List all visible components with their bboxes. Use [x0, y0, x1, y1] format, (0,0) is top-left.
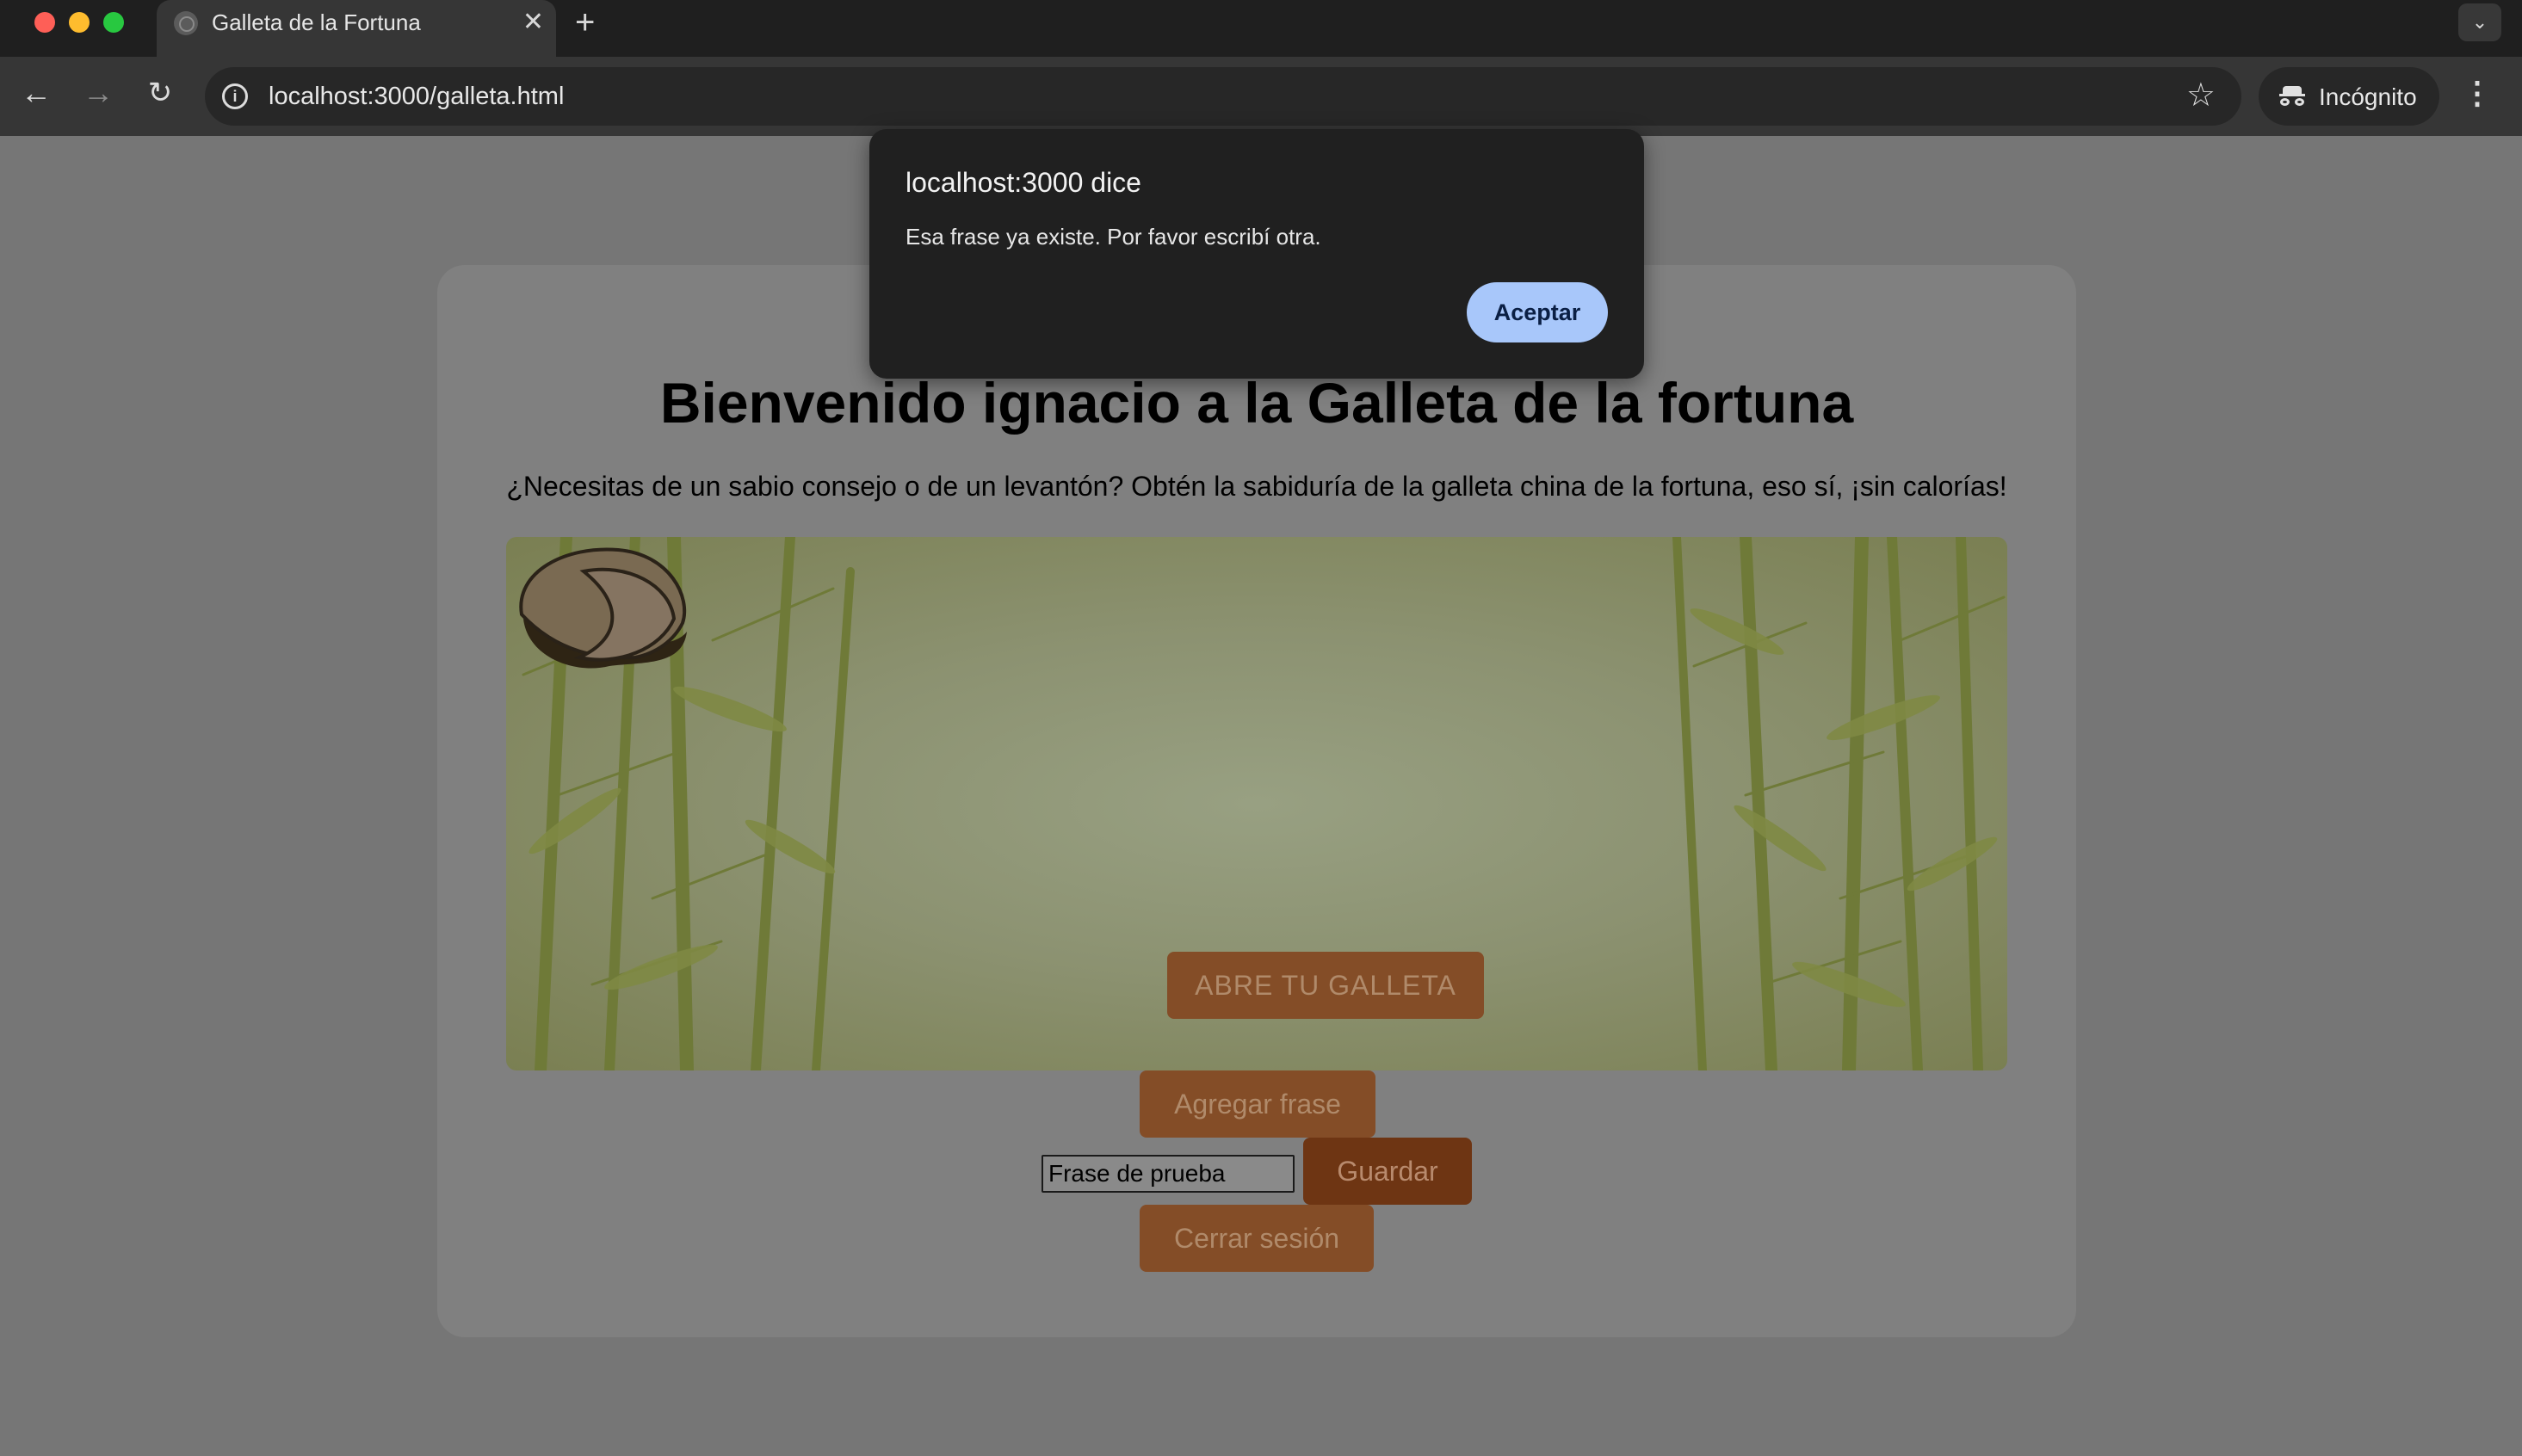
dialog-message: Esa frase ya existe. Por favor escribí o… — [906, 224, 1321, 250]
phrase-input[interactable] — [1042, 1155, 1295, 1193]
kebab-menu-icon[interactable]: ⋮ — [2462, 74, 2493, 112]
reload-icon[interactable]: ↻ — [141, 74, 179, 112]
url-text[interactable]: localhost:3000/galleta.html — [269, 81, 564, 112]
arrow-left-icon[interactable]: ← — [17, 74, 55, 112]
globe-icon — [174, 11, 198, 35]
incognito-icon — [2279, 86, 2305, 107]
fortune-cookie-icon — [519, 547, 687, 669]
main-card: Bienvenido ignacio a la Galleta de la fo… — [437, 265, 2076, 1337]
dialog-title: localhost:3000 dice — [906, 167, 1141, 198]
arrow-right-icon[interactable]: → — [79, 74, 117, 112]
address-bar[interactable]: i localhost:3000/galleta.html ☆ — [205, 67, 2241, 126]
bamboo-banner: ABRE TU GALLETA — [506, 537, 2007, 1070]
add-phrase-button[interactable]: Agregar frase — [1140, 1070, 1375, 1138]
minimize-window-icon[interactable] — [69, 12, 90, 33]
close-window-icon[interactable] — [34, 12, 55, 33]
alert-dialog: localhost:3000 dice Esa frase ya existe.… — [869, 129, 1644, 379]
save-button[interactable]: Guardar — [1303, 1138, 1472, 1205]
accept-button[interactable]: Aceptar — [1467, 282, 1608, 342]
incognito-label: Incógnito — [2319, 83, 2417, 110]
open-cookie-button[interactable]: ABRE TU GALLETA — [1167, 952, 1484, 1019]
page-subtitle: ¿Necesitas de un sabio consejo o de un l… — [506, 471, 2007, 502]
browser-toolbar: ← → ↻ i localhost:3000/galleta.html ☆ In… — [0, 57, 2522, 136]
logout-button[interactable]: Cerrar sesión — [1140, 1205, 1374, 1272]
maximize-window-icon[interactable] — [103, 12, 124, 33]
chevron-down-icon[interactable]: ⌄ — [2458, 3, 2501, 41]
info-icon[interactable]: i — [222, 83, 248, 109]
browser-tab-strip: Galleta de la Fortuna ✕ + ⌄ — [0, 0, 2522, 57]
tab-title: Galleta de la Fortuna — [212, 9, 421, 35]
new-tab-button[interactable]: + — [575, 3, 595, 41]
page-title: Bienvenido ignacio a la Galleta de la fo… — [659, 371, 1854, 435]
close-tab-icon[interactable]: ✕ — [522, 7, 544, 38]
incognito-indicator[interactable]: Incógnito — [2259, 67, 2439, 126]
browser-tab[interactable]: Galleta de la Fortuna ✕ — [157, 0, 556, 57]
star-icon[interactable]: ☆ — [2186, 76, 2216, 115]
